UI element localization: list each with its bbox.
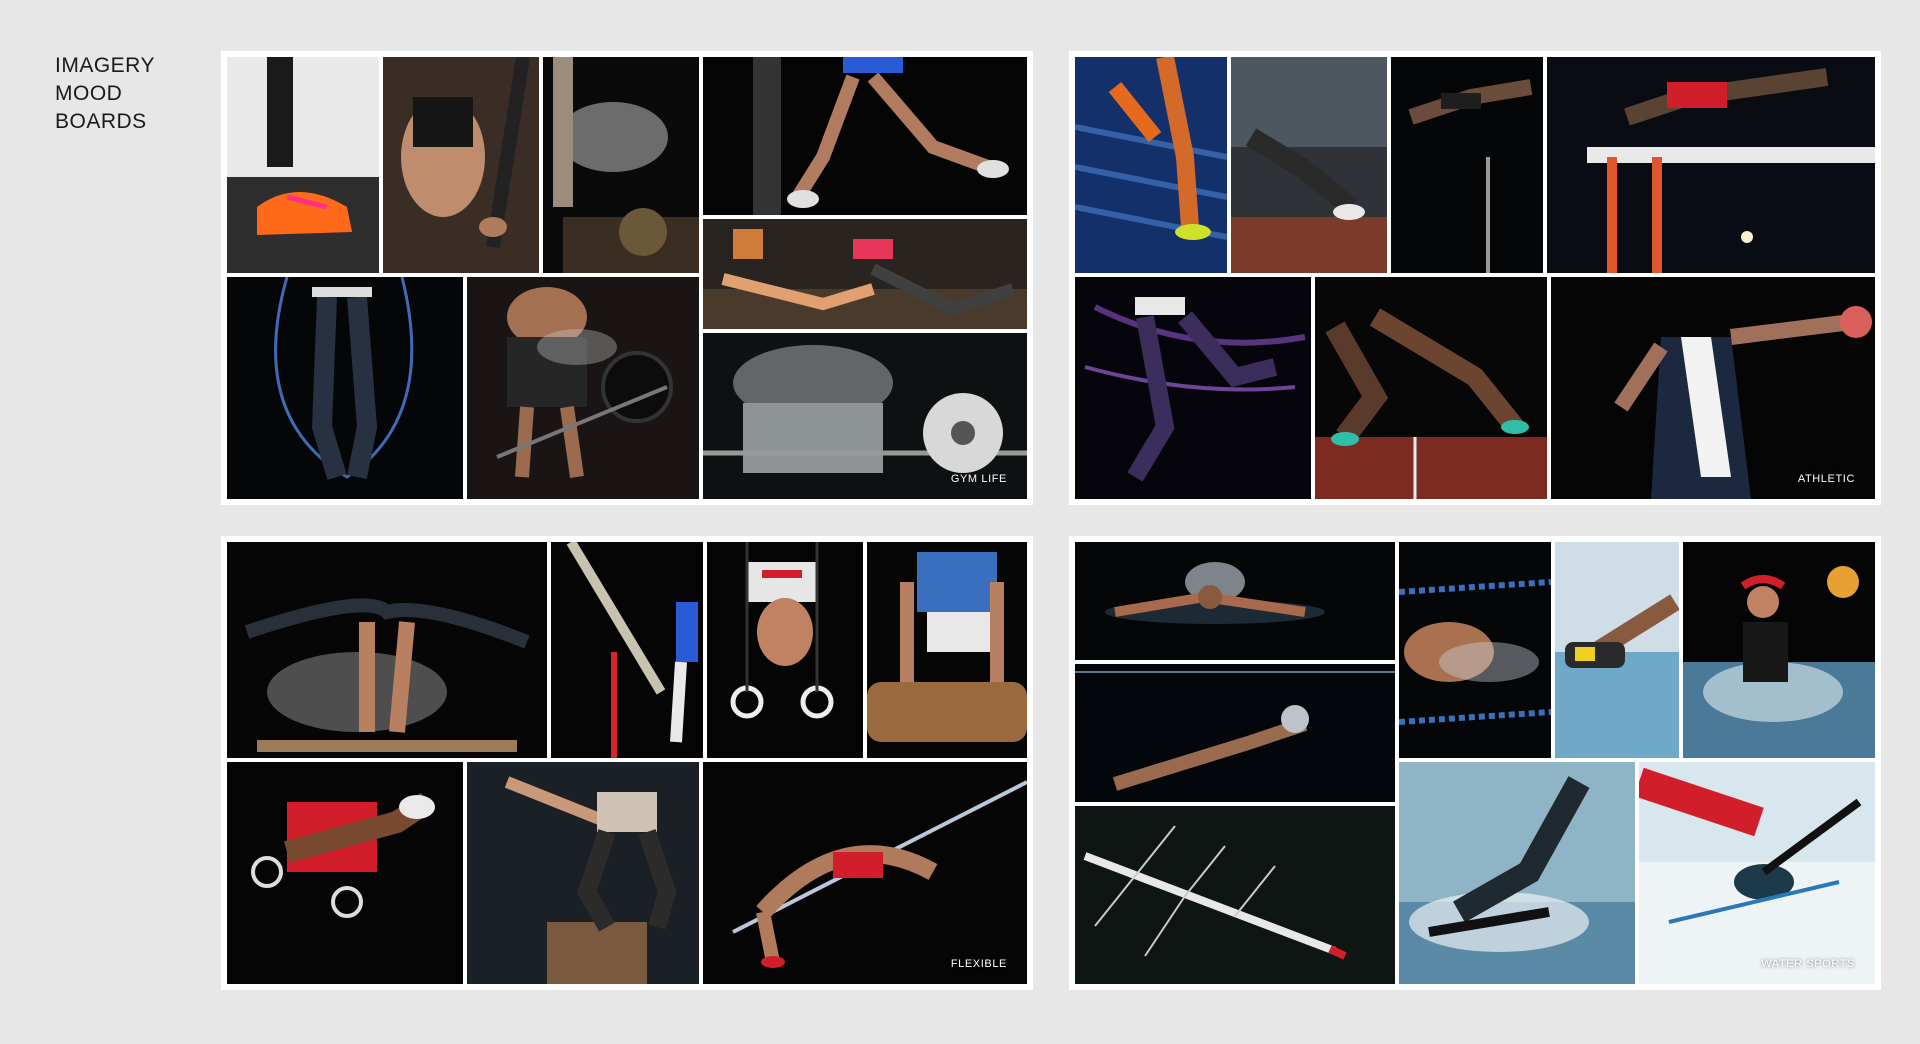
board-label-gym-life: GYM LIFE [950, 473, 1007, 485]
title-line-2: MOOD [55, 82, 123, 105]
photo-pommel-split [227, 542, 547, 758]
photo-sailing-winch: WATER SPORTS [1639, 762, 1875, 984]
photo-light-trail-runner [1075, 277, 1311, 499]
photo-treadmill-legs [703, 57, 1027, 215]
mood-board-athletic: ATHLETIC [1069, 51, 1881, 505]
photo-rings-gymnast [707, 542, 863, 758]
photo-hurdler-night [1391, 57, 1543, 273]
mood-board-flexible: FLEXIBLE [221, 536, 1033, 990]
mood-board-gym-life: GYM LIFE [221, 51, 1033, 505]
page-title: IMAGERY MOOD BOARDS [55, 52, 155, 136]
photo-wakeboard-foot [1555, 542, 1679, 758]
photo-butterfly-swimmer [1075, 542, 1395, 660]
photo-stadium-sprinter [1231, 57, 1387, 273]
photo-lane-swimmer [1399, 542, 1551, 758]
board-label-water-sports: WATER SPORTS [1761, 958, 1855, 970]
photo-group-stretching [703, 219, 1027, 329]
board-label-flexible: FLEXIBLE [950, 958, 1007, 970]
photo-water-skier [1399, 762, 1635, 984]
photo-discus-thrower: ATHLETIC [1551, 277, 1875, 499]
photo-rings-tuck [227, 762, 463, 984]
photo-chalk-kettlebell [543, 57, 699, 273]
title-line-1: IMAGERY [55, 54, 155, 77]
photo-high-jump: FLEXIBLE [703, 762, 1027, 984]
photo-deadlift-barbell [467, 277, 699, 499]
board-label-athletic: ATHLETIC [1797, 473, 1855, 485]
photo-box-jump [467, 762, 699, 984]
photo-underwater-swimmer [1075, 664, 1395, 802]
photo-rowing-aerial [1075, 806, 1395, 984]
photo-battle-rope [383, 57, 539, 273]
photo-parallel-bars [551, 542, 703, 758]
photo-water-polo [1683, 542, 1875, 758]
photo-pommel-horse [867, 542, 1027, 758]
photo-stadium-stairs [1075, 57, 1227, 273]
photo-sprint-start [1315, 277, 1547, 499]
mood-board-water-sports: WATER SPORTS [1069, 536, 1881, 990]
title-line-3: BOARDS [55, 110, 147, 133]
photo-hurdle-jump [1547, 57, 1875, 273]
photo-jump-rope [227, 277, 463, 499]
photo-running-shoe [227, 57, 379, 273]
photo-chalk-barbell: GYM LIFE [703, 333, 1027, 499]
